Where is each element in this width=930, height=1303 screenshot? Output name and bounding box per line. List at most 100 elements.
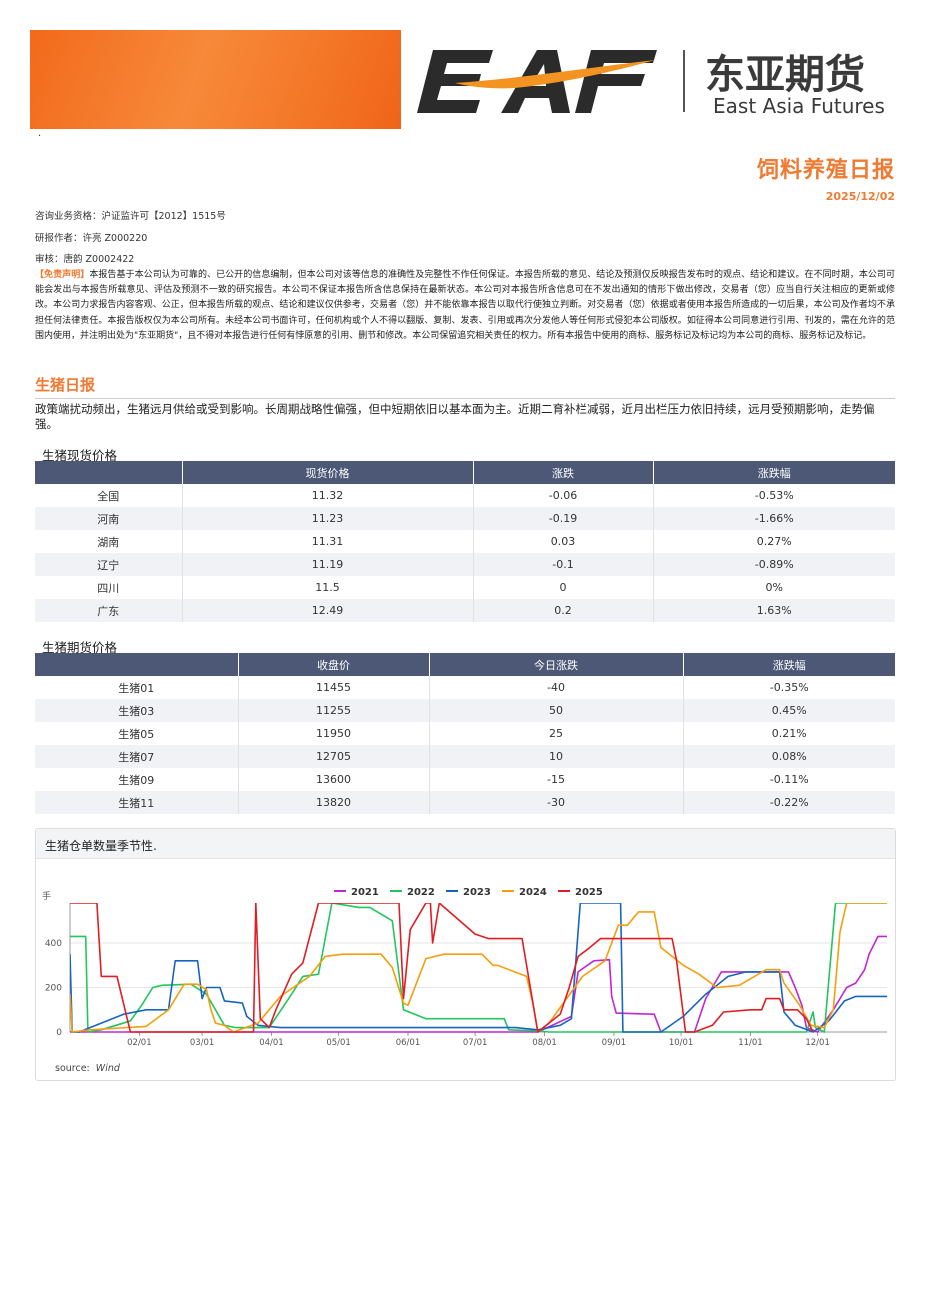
table-cell: 11455 (237, 676, 429, 699)
table-row: 河南 11.23 -0.19 -1.66% (35, 507, 895, 530)
table-header-row: 现货价格 涨跌 涨跌幅 (35, 461, 895, 484)
column-header: 涨跌幅 (652, 461, 895, 484)
banner-dot: · (38, 131, 42, 142)
eaf-logo-mark (417, 50, 657, 113)
table-cell: 11950 (237, 722, 429, 745)
table-cell: -0.11% (682, 768, 895, 791)
table-cell: -0.06 (472, 484, 653, 507)
table-cell: 25 (428, 722, 683, 745)
table-cell: 全国 (35, 484, 182, 507)
table-cell: 0.03 (472, 530, 653, 553)
x-tick-label: 08/01 (532, 1038, 557, 1048)
section-divider (35, 398, 895, 399)
series-line-2023 (70, 903, 887, 1033)
table-cell: 生猪11 (35, 791, 238, 814)
table-row: 生猪09 13600 -15 -0.11% (35, 768, 895, 791)
spot-price-table: 现货价格 涨跌 涨跌幅 全国 11.32 -0.06 -0.53% 河南 11.23 -0.19… (35, 461, 895, 622)
table-cell: 0.21% (682, 722, 895, 745)
table-cell: 0.08% (682, 745, 895, 768)
logo-divider (683, 50, 685, 112)
x-tick-label: 12/01 (805, 1038, 830, 1048)
table-row: 四川 11.5 0 0% (35, 576, 895, 599)
table-cell: 11.5 (181, 576, 473, 599)
table-cell: 生猪07 (35, 745, 238, 768)
table-cell: 0.27% (652, 530, 895, 553)
chart-header: 生猪仓单数量季节性. (36, 829, 895, 859)
table-cell: 11255 (237, 699, 429, 722)
x-tick-label: 03/01 (190, 1038, 215, 1048)
column-header (35, 653, 238, 676)
author-info: 研报作者：许亮 Z000220 (35, 233, 148, 244)
table-row: 生猪05 11950 25 0.21% (35, 722, 895, 745)
table-cell: 0.45% (682, 699, 895, 722)
table-cell: -0.35% (682, 676, 895, 699)
x-tick-label: 07/01 (463, 1038, 488, 1048)
table-cell: 河南 (35, 507, 182, 530)
table-cell: -1.66% (652, 507, 895, 530)
column-header: 涨跌幅 (682, 653, 895, 676)
chart-title: 生猪仓单数量季节性. (45, 839, 157, 853)
x-tick-label: 02/01 (127, 1038, 152, 1048)
warehouse-receipt-chart: 手 0 200 400 02/01 03/01 04/01 05/01 06/01 07/01 08… (42, 887, 887, 1048)
table-cell: -0.89% (652, 553, 895, 576)
table-cell: 0 (472, 576, 653, 599)
reviewer-info: 审核：唐韵 Z0002422 (35, 254, 135, 265)
report-date: 2025/12/02 (825, 190, 895, 203)
table-cell: 13600 (237, 768, 429, 791)
table-cell: 广东 (35, 599, 182, 622)
x-tick-label: 04/01 (259, 1038, 284, 1048)
disclaimer-text: 本报告基于本公司认为可靠的、已公开的信息编制，但本公司对该等信息的准确性及完整性… (35, 270, 895, 341)
license-info: 咨询业务资格：沪证监许可【2012】1515号 (35, 211, 226, 222)
column-header: 涨跌 (472, 461, 653, 484)
source-label: source: (55, 1063, 90, 1074)
table-row: 生猪03 11255 50 0.45% (35, 699, 895, 722)
table-cell: -40 (428, 676, 683, 699)
table-cell: 11.32 (181, 484, 473, 507)
table-cell: -30 (428, 791, 683, 814)
table-cell: 0% (652, 576, 895, 599)
table-cell: 辽宁 (35, 553, 182, 576)
table-cell: -15 (428, 768, 683, 791)
table-cell: 11.23 (181, 507, 473, 530)
table-cell: 生猪03 (35, 699, 238, 722)
table-cell: 11.31 (181, 530, 473, 553)
table-cell: 10 (428, 745, 683, 768)
y-axis-label: 手 (42, 890, 51, 902)
table-row: 生猪11 13820 -30 -0.22% (35, 791, 895, 814)
x-tick-label: 10/01 (669, 1038, 694, 1048)
table-cell: -0.53% (652, 484, 895, 507)
legend-label-2022: 2022 (407, 887, 435, 898)
column-header: 收盘价 (237, 653, 429, 676)
x-tick-label: 06/01 (396, 1038, 421, 1048)
y-tick-label: 0 (56, 1028, 62, 1038)
disclaimer-tag: 【免责声明】 (35, 270, 90, 280)
table-cell: 湖南 (35, 530, 182, 553)
column-header: 现货价格 (181, 461, 473, 484)
report-title: 饲料养殖日报 (756, 158, 895, 183)
table-cell: -0.1 (472, 553, 653, 576)
legend-label-2025: 2025 (575, 887, 603, 898)
table-row: 湖南 11.31 0.03 0.27% (35, 530, 895, 553)
table-cell: -0.19 (472, 507, 653, 530)
table-cell: 生猪01 (35, 676, 238, 699)
company-logo: 东亚期货 East Asia Futures (417, 50, 885, 118)
legend-label-2024: 2024 (519, 887, 547, 898)
chart-source: source: Wind (55, 1063, 120, 1074)
table-cell: -0.22% (682, 791, 895, 814)
legend-label-2021: 2021 (351, 887, 379, 898)
section-title: 生猪日报 (35, 376, 96, 394)
table-cell: 四川 (35, 576, 182, 599)
table-cell: 生猪05 (35, 722, 238, 745)
table-cell: 12705 (237, 745, 429, 768)
brand-en: East Asia Futures (713, 94, 885, 118)
x-tick-label: 05/01 (326, 1038, 351, 1048)
table-cell: 50 (428, 699, 683, 722)
table-row: 广东 12.49 0.2 1.63% (35, 599, 895, 622)
futures-price-table: 收盘价 今日涨跌 涨跌幅 生猪01 11455 -40 -0.35% 生猪03 11255 50… (35, 653, 895, 814)
chart-panel: 生猪仓单数量季节性. 手 0 200 400 02/01 03/01 04/01 05/01 0… (35, 828, 896, 1081)
table-cell: 12.49 (181, 599, 473, 622)
section-summary: 政策端扰动频出，生猪远月供给或受到影响。长周期战略性偏强，但中短期依旧以基本面为… (35, 402, 875, 431)
disclaimer: 【免责声明】本报告基于本公司认为可靠的、已公开的信息编制，但本公司对该等信息的准… (35, 268, 895, 344)
table-row: 全国 11.32 -0.06 -0.53% (35, 484, 895, 507)
series-line-2022 (70, 903, 887, 1033)
